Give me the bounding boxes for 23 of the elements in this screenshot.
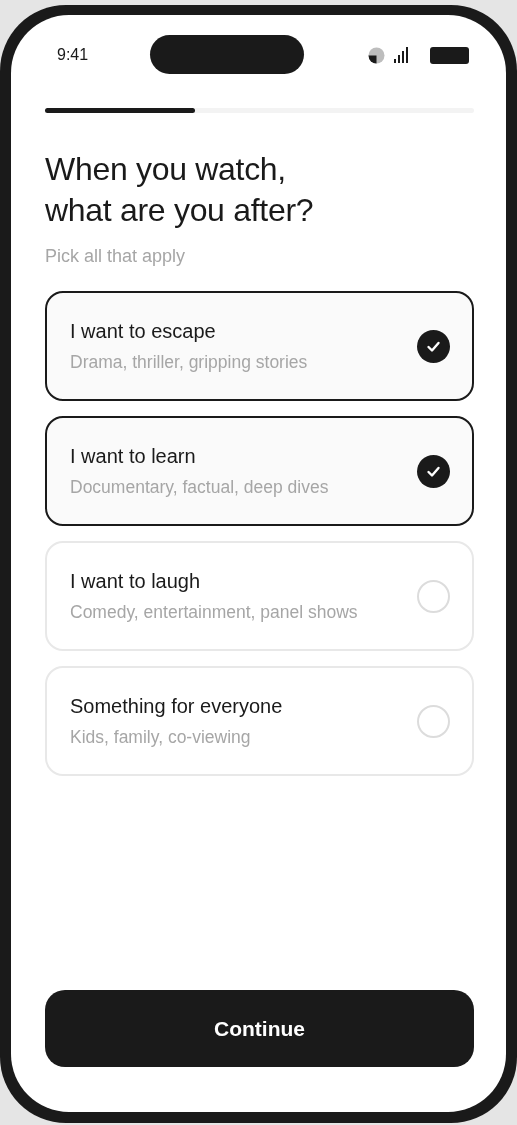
option-description: Comedy, entertainment, panel shows bbox=[70, 601, 359, 623]
option-description: Kids, family, co-viewing bbox=[70, 726, 252, 748]
option-description: Drama, thriller, gripping stories bbox=[70, 351, 309, 373]
status-time: 9:41 bbox=[57, 46, 89, 64]
option-description: Documentary, factual, deep dives bbox=[70, 476, 330, 498]
unchecked-circle[interactable] bbox=[417, 704, 450, 738]
checked-icon[interactable] bbox=[417, 329, 450, 363]
subtitle: Pick all that apply bbox=[45, 246, 187, 267]
option-card[interactable]: I want to laugh Comedy, entertainment, panel shows bbox=[45, 541, 474, 651]
question-heading: When you watch, what are you after? bbox=[45, 150, 315, 230]
battery-icon bbox=[430, 46, 469, 64]
unchecked-circle[interactable] bbox=[417, 579, 450, 613]
option-title: I want to escape bbox=[70, 319, 217, 343]
signal-icon bbox=[394, 47, 408, 63]
option-card[interactable]: I want to escape Drama, thriller, gripping stories bbox=[45, 291, 474, 401]
continue-button[interactable]: Continue bbox=[45, 990, 474, 1067]
checked-icon[interactable] bbox=[417, 454, 450, 488]
option-title: I want to learn bbox=[70, 444, 197, 468]
loading-icon bbox=[368, 46, 385, 64]
option-card[interactable]: Something for everyone Kids, family, co-viewing bbox=[45, 666, 474, 776]
option-title: Something for everyone bbox=[70, 694, 284, 718]
option-title: I want to laugh bbox=[70, 569, 202, 593]
option-card[interactable]: I want to learn Documentary, factual, deep dives bbox=[45, 416, 474, 526]
